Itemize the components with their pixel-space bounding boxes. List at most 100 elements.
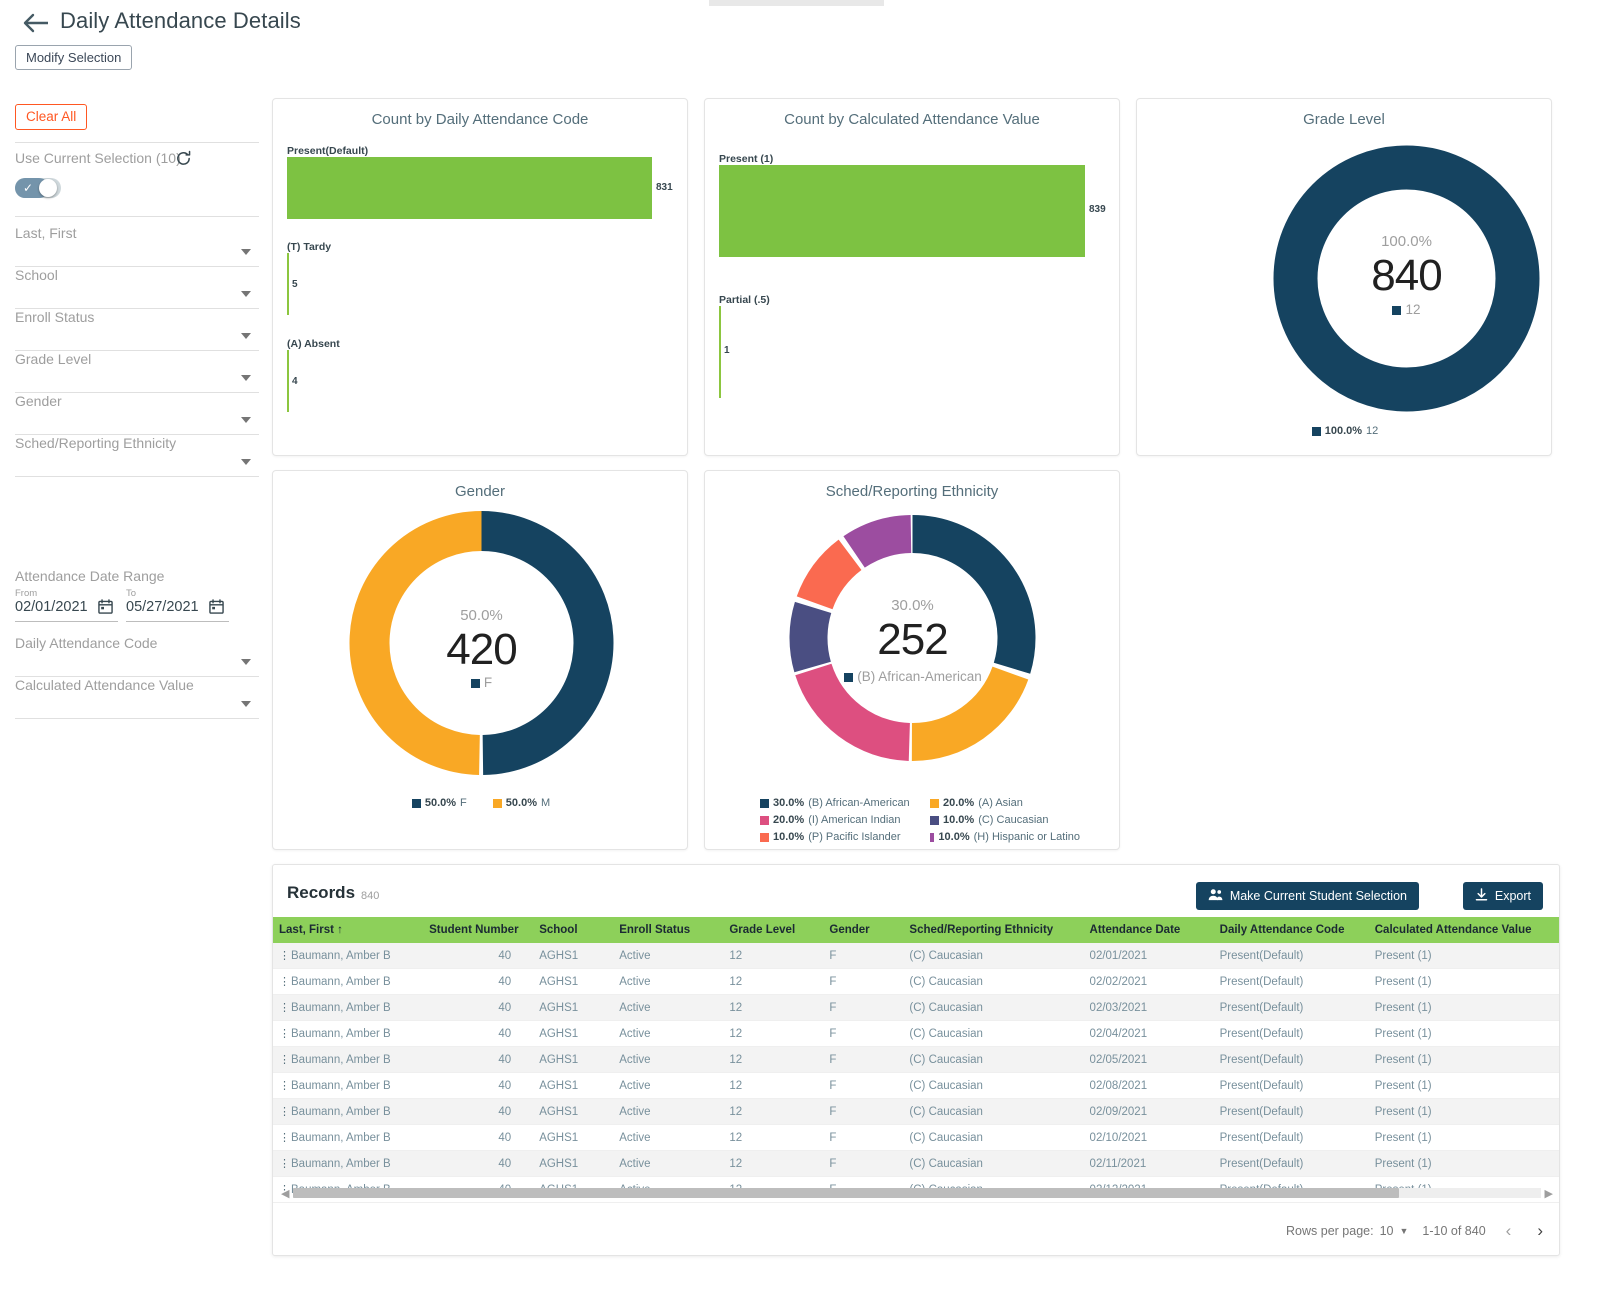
column-header-grade-level[interactable]: Grade Level <box>723 917 824 943</box>
legend-item[interactable]: 50.0% F <box>411 797 467 809</box>
horizontal-scrollbar[interactable]: ◀ ▶ <box>281 1187 1553 1200</box>
column-header-gender[interactable]: Gender <box>823 917 904 943</box>
table-row[interactable]: ⋮Baumann, Amber B40AGHS1Active12F(C) Cau… <box>273 1150 1559 1178</box>
cell-7: 02/04/2021 <box>1083 1020 1214 1048</box>
column-header-calculated-attendance-value[interactable]: Calculated Attendance Value <box>1368 917 1559 943</box>
scroll-left-icon[interactable]: ◀ <box>281 1187 289 1200</box>
chevron-down-icon[interactable] <box>241 249 251 255</box>
date-from-field[interactable]: From 02/01/2021 <box>15 588 118 626</box>
legend-swatch <box>844 673 854 682</box>
people-icon <box>1208 888 1223 904</box>
column-header-enroll-status[interactable]: Enroll Status <box>613 917 724 943</box>
cell-6: (C) Caucasian <box>903 1072 1084 1100</box>
scroll-right-icon[interactable]: ▶ <box>1545 1187 1553 1200</box>
filter-school[interactable]: School <box>15 267 259 309</box>
card-count-by-daily-attendance-code: Count by Daily Attendance Code Present(D… <box>272 98 688 456</box>
chevron-left-icon[interactable]: ‹ <box>1500 1221 1518 1241</box>
bar-absent[interactable] <box>287 350 289 412</box>
records-table-body: ⋮Baumann, Amber B 40 AGHS1 Active 12 F (C) Cau… <box>273 943 1559 1204</box>
filter-grade-level[interactable]: Grade Level <box>15 351 259 393</box>
filter-label: Last, First <box>15 225 77 241</box>
table-row[interactable]: ⋮Baumann, Amber B40AGHS1Active12F(C) Cau… <box>273 1046 1559 1074</box>
table-row[interactable]: ⋮Baumann, Amber B40AGHS1Active12F(C) Cau… <box>273 1124 1559 1152</box>
chevron-down-icon[interactable] <box>241 333 251 339</box>
table-row[interactable]: ⋮Baumann, Amber B40AGHS1Active12F(C) Cau… <box>273 968 1559 996</box>
legend-swatch <box>930 832 935 842</box>
chevron-down-icon[interactable] <box>241 291 251 297</box>
column-header-daily-attendance-code[interactable]: Daily Attendance Code <box>1213 917 1369 943</box>
date-to-value: 05/27/2021 <box>126 599 199 615</box>
filter-last-first[interactable]: Last, First <box>15 225 259 267</box>
bar-partial-5[interactable] <box>719 306 721 398</box>
row-menu-icon[interactable]: ⋮ <box>279 1131 291 1144</box>
row-menu-icon[interactable]: ⋮ <box>279 975 291 988</box>
chevron-down-icon[interactable]: ▼ <box>1399 1226 1408 1236</box>
chevron-down-icon[interactable] <box>241 417 251 423</box>
row-menu-icon[interactable]: ⋮ <box>279 1053 291 1066</box>
refresh-icon[interactable] <box>175 150 192 172</box>
table-row[interactable]: ⋮Baumann, Amber B40AGHS1Active12F(C) Cau… <box>273 994 1559 1022</box>
column-header-last-first[interactable]: Last, First ↑ <box>273 917 424 943</box>
chevron-down-icon[interactable] <box>241 459 251 465</box>
row-menu-icon[interactable]: ⋮ <box>279 949 291 962</box>
filter-enroll-status[interactable]: Enroll Status <box>15 309 259 351</box>
calendar-icon[interactable] <box>98 599 113 619</box>
date-from-label: From <box>15 588 38 599</box>
table-row[interactable]: ⋮Baumann, Amber B40AGHS1Active12F(C) Cau… <box>273 1020 1559 1048</box>
legend-item[interactable]: 20.0% (I) American Indian <box>760 814 930 826</box>
rows-per-page-select[interactable]: Rows per page: 10 ▼ <box>1286 1224 1408 1238</box>
bar-present-default[interactable] <box>287 157 652 219</box>
column-header-attendance-date[interactable]: Attendance Date <box>1083 917 1214 943</box>
bar-tardy[interactable] <box>287 253 289 315</box>
filter-gender[interactable]: Gender <box>15 393 259 435</box>
column-header-sched-reporting-ethnicity[interactable]: Sched/Reporting Ethnicity <box>903 917 1084 943</box>
field-underline <box>126 621 229 622</box>
chevron-down-icon[interactable] <box>241 701 251 707</box>
cell-8: Present(Default) <box>1213 1124 1369 1152</box>
table-row[interactable]: ⋮Baumann, Amber B40AGHS1Active12F(C) Cau… <box>273 1072 1559 1100</box>
clear-all-button[interactable]: Clear All <box>15 104 88 130</box>
check-icon: ✓ <box>23 181 34 195</box>
table-row[interactable]: ⋮Baumann, Amber B40AGHS1Active12F(C) Cau… <box>273 1098 1559 1126</box>
legend-item[interactable]: 20.0% (A) Asian <box>930 797 1080 809</box>
back-arrow-icon[interactable] <box>22 11 52 35</box>
scrollbar-thumb[interactable] <box>293 1188 1399 1198</box>
use-current-selection-toggle[interactable]: ✓ <box>15 178 61 198</box>
modify-selection-button[interactable]: Modify Selection <box>15 45 133 70</box>
filter-sched-reporting-ethnicity[interactable]: Sched/Reporting Ethnicity <box>15 435 259 477</box>
ethnicity-legend: 30.0% (B) African-American 20.0% (A) Asi… <box>760 797 1080 843</box>
cell-1: 40 <box>423 968 534 996</box>
make-current-student-selection-button[interactable]: Make Current Student Selection <box>1195 882 1419 910</box>
legend-item[interactable]: 10.0% (C) Caucasian <box>930 814 1080 826</box>
chevron-down-icon[interactable] <box>241 375 251 381</box>
filter-calculated-attendance-value[interactable]: Calculated Attendance Value <box>15 677 259 719</box>
legend-item[interactable]: 50.0% M <box>492 797 550 809</box>
filter-label: School <box>15 267 58 283</box>
filter-daily-attendance-code[interactable]: Daily Attendance Code <box>15 635 259 677</box>
cell-6: (C) Caucasian <box>903 968 1084 996</box>
column-header-school[interactable]: School <box>533 917 614 943</box>
page-range-label: 1-10 of 840 <box>1422 1224 1486 1238</box>
row-menu-icon[interactable]: ⋮ <box>279 1105 291 1118</box>
legend-item[interactable]: 100.0% 12 <box>1311 425 1378 437</box>
export-button[interactable]: Export <box>1462 882 1543 910</box>
legend-item[interactable]: 10.0% (H) Hispanic or Latino <box>930 831 1080 843</box>
legend-swatch <box>492 798 502 808</box>
chevron-right-icon[interactable]: › <box>1531 1221 1549 1241</box>
legend-item[interactable]: 10.0% (P) Pacific Islander <box>760 831 930 843</box>
column-header-student-number[interactable]: Student Number <box>423 917 534 943</box>
chevron-down-icon[interactable] <box>241 659 251 665</box>
row-menu-icon[interactable]: ⋮ <box>279 1027 291 1040</box>
cell-5: F <box>823 1124 904 1152</box>
calendar-icon[interactable] <box>209 599 224 619</box>
bar-present-1[interactable] <box>719 165 1085 257</box>
date-to-field[interactable]: To 05/27/2021 <box>126 588 229 626</box>
legend-item[interactable]: 30.0% (B) African-American <box>760 797 930 809</box>
cell-9: Present (1) <box>1368 943 1559 970</box>
cell-text: Baumann, Amber B <box>291 1158 391 1171</box>
row-menu-icon[interactable]: ⋮ <box>279 1157 291 1170</box>
table-row[interactable]: ⋮Baumann, Amber B40AGHS1Active12F(C) Cau… <box>273 943 1559 970</box>
cell-9: Present (1) <box>1368 1098 1559 1126</box>
row-menu-icon[interactable]: ⋮ <box>279 1001 291 1014</box>
row-menu-icon[interactable]: ⋮ <box>279 1079 291 1092</box>
